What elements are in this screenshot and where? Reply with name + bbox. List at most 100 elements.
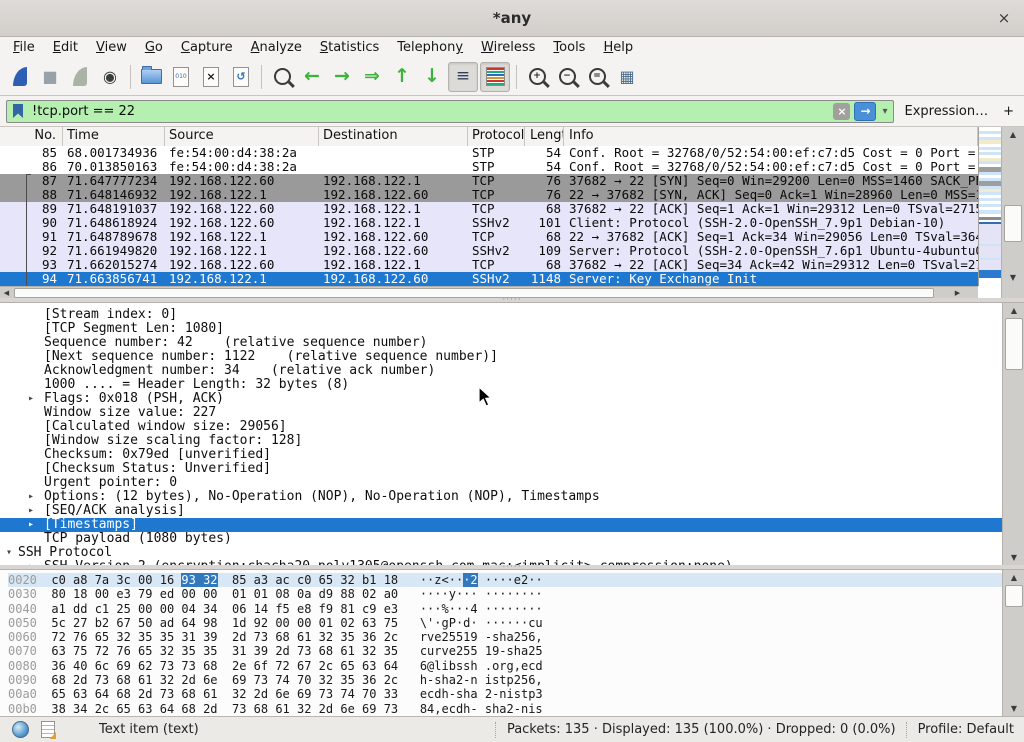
menu-go[interactable]: Go xyxy=(136,38,172,57)
menu-tools[interactable]: Tools xyxy=(544,38,594,57)
menu-edit[interactable]: Edit xyxy=(44,38,87,57)
detail-line[interactable]: [Checksum Status: Unverified] xyxy=(0,462,1002,476)
close-window-icon[interactable]: × xyxy=(994,8,1014,28)
detail-line[interactable]: 1000 .... = Header Length: 32 bytes (8) xyxy=(0,378,1002,392)
capture-comment-icon[interactable] xyxy=(41,721,55,738)
hex-scroll-down-icon[interactable]: ▼ xyxy=(1003,701,1024,715)
packet-row[interactable]: 8771.647777234192.168.122.60192.168.122.… xyxy=(0,174,978,188)
clear-filter-icon[interactable]: × xyxy=(833,103,850,120)
expression-button[interactable]: Expression… xyxy=(901,104,993,119)
details-scroll-up-icon[interactable]: ▲ xyxy=(1003,303,1024,317)
colorize-icon[interactable] xyxy=(480,62,510,92)
hex-vscrollbar[interactable]: ▲ ▼ xyxy=(1002,570,1024,716)
vscroll-thumb[interactable] xyxy=(1004,205,1022,242)
details-vscrollbar[interactable]: ▲ ▼ xyxy=(1002,303,1024,565)
hex-row[interactable]: 00b0 38 34 2c 65 63 64 68 2d 73 68 61 32… xyxy=(8,702,1002,716)
hex-row[interactable]: 0080 36 40 6c 69 62 73 73 68 2e 6f 72 67… xyxy=(8,659,1002,673)
column-header-no[interactable]: No. xyxy=(0,127,63,146)
detail-line[interactable]: [Next sequence number: 1122 (relative se… xyxy=(0,350,1002,364)
display-filter-input[interactable] xyxy=(30,101,829,121)
restart-capture-icon[interactable] xyxy=(66,63,94,91)
detail-line[interactable]: TCP payload (1080 bytes) xyxy=(0,532,1002,546)
reload-file-icon[interactable]: ↺ xyxy=(227,63,255,91)
expand-icon[interactable]: ▸ xyxy=(28,504,40,518)
detail-line[interactable]: Checksum: 0x79ed [unverified] xyxy=(0,448,1002,462)
detail-line[interactable]: ▸[Timestamps] xyxy=(0,518,1002,532)
go-forward-icon[interactable]: → xyxy=(328,63,356,91)
detail-line[interactable]: Window size value: 227 xyxy=(0,406,1002,420)
hscroll-thumb[interactable] xyxy=(14,288,934,298)
expert-info-icon[interactable] xyxy=(12,721,29,738)
open-file-icon[interactable] xyxy=(137,63,165,91)
menu-capture[interactable]: Capture xyxy=(172,38,242,57)
zoom-100-icon[interactable]: = xyxy=(583,63,611,91)
hex-row[interactable]: 0020 c0 a8 7a 3c 00 16 93 32 85 a3 ac c0… xyxy=(8,573,1002,587)
hex-row[interactable]: 0090 68 2d 73 68 61 32 2d 6e 69 73 74 70… xyxy=(8,673,1002,687)
detail-line[interactable]: [Stream index: 0] xyxy=(0,308,1002,322)
detail-line[interactable]: ▸Flags: 0x018 (PSH, ACK) xyxy=(0,392,1002,406)
column-header-protocol[interactable]: Protocol xyxy=(468,127,525,146)
resize-columns-icon[interactable]: ▦ xyxy=(613,63,641,91)
packet-row[interactable]: 8670.013850163fe:54:00:d4:38:2aSTP54Conf… xyxy=(0,160,978,174)
column-header-source[interactable]: Source xyxy=(165,127,319,146)
detail-line[interactable]: Acknowledgment number: 34 (relative ack … xyxy=(0,364,1002,378)
hex-row[interactable]: 0050 5c 27 b2 67 50 ad 64 98 1d 92 00 00… xyxy=(8,616,1002,630)
packet-minimap[interactable] xyxy=(978,127,1001,286)
hex-row[interactable]: 0040 a1 dd c1 25 00 00 04 34 06 14 f5 e8… xyxy=(8,602,1002,616)
hex-row[interactable]: 00a0 65 63 64 68 2d 73 68 61 32 2d 6e 69… xyxy=(8,687,1002,701)
zoom-in-icon[interactable]: + xyxy=(523,63,551,91)
scroll-up-icon[interactable]: ▲ xyxy=(1002,127,1024,141)
menu-analyze[interactable]: Analyze xyxy=(242,38,311,57)
menu-telephony[interactable]: Telephony xyxy=(388,38,472,57)
zoom-out-icon[interactable]: − xyxy=(553,63,581,91)
details-scroll-down-icon[interactable]: ▼ xyxy=(1003,550,1024,564)
column-header-destination[interactable]: Destination xyxy=(319,127,468,146)
detail-line[interactable]: [Window size scaling factor: 128] xyxy=(0,434,1002,448)
hex-scroll-thumb[interactable] xyxy=(1005,585,1023,607)
go-to-packet-icon[interactable]: ⇒ xyxy=(358,63,386,91)
menu-help[interactable]: Help xyxy=(594,38,642,57)
column-header-time[interactable]: Time xyxy=(63,127,165,146)
detail-line[interactable]: [TCP Segment Len: 1080] xyxy=(0,322,1002,336)
go-back-icon[interactable]: ← xyxy=(298,63,326,91)
packet-row[interactable]: 8871.648146932192.168.122.1192.168.122.6… xyxy=(0,188,978,202)
hex-scroll-up-icon[interactable]: ▲ xyxy=(1003,570,1024,584)
packet-row[interactable]: 9471.663856741192.168.122.1192.168.122.6… xyxy=(0,272,978,286)
detail-line[interactable]: Sequence number: 42 (relative sequence n… xyxy=(0,336,1002,350)
expand-icon[interactable]: ▸ xyxy=(28,490,40,504)
detail-line[interactable]: Urgent pointer: 0 xyxy=(0,476,1002,490)
details-scroll-thumb[interactable] xyxy=(1005,318,1023,370)
collapse-icon[interactable]: ▾ xyxy=(6,546,18,560)
hex-row[interactable]: 0030 80 18 00 e3 79 ed 00 00 01 01 08 0a… xyxy=(8,587,1002,601)
expand-icon[interactable]: ▸ xyxy=(28,518,40,532)
detail-line[interactable]: ▸Options: (12 bytes), No-Operation (NOP)… xyxy=(0,490,1002,504)
close-file-icon[interactable]: × xyxy=(197,63,225,91)
detail-line[interactable]: [Calculated window size: 29056] xyxy=(0,420,1002,434)
column-header-length[interactable]: Length xyxy=(525,127,564,146)
packet-row[interactable]: 8568.001734936fe:54:00:d4:38:2aSTP54Conf… xyxy=(0,146,978,160)
packet-list-vscrollbar[interactable]: ▲ ▼ xyxy=(1001,127,1024,298)
packet-row[interactable]: 8971.648191037192.168.122.60192.168.122.… xyxy=(0,202,978,216)
add-filter-button[interactable]: + xyxy=(999,104,1018,119)
find-packet-icon[interactable] xyxy=(268,63,296,91)
detail-line[interactable]: ▾SSH Protocol xyxy=(0,546,1002,560)
packet-row[interactable]: 9171.648789678192.168.122.1192.168.122.6… xyxy=(0,230,978,244)
hex-row[interactable]: 0060 72 76 65 32 35 35 31 39 2d 73 68 61… xyxy=(8,630,1002,644)
expand-icon[interactable]: ▸ xyxy=(28,392,40,406)
stop-capture-icon[interactable]: ■ xyxy=(36,63,64,91)
apply-filter-icon[interactable]: → xyxy=(854,102,876,121)
filter-bookmark-icon[interactable] xyxy=(13,104,23,118)
profile-status[interactable]: Profile: Default xyxy=(918,722,1024,737)
go-to-bottom-icon[interactable]: ↓ xyxy=(418,63,446,91)
column-header-info[interactable]: Info xyxy=(564,127,978,146)
packet-row[interactable]: 9371.662015274192.168.122.60192.168.122.… xyxy=(0,258,978,272)
detail-line[interactable]: ▸[SEQ/ACK analysis] xyxy=(0,504,1002,518)
save-file-icon[interactable]: 010 xyxy=(167,63,195,91)
menu-wireless[interactable]: Wireless xyxy=(472,38,544,57)
scroll-down-icon[interactable]: ▼ xyxy=(1002,270,1024,284)
menu-statistics[interactable]: Statistics xyxy=(311,38,388,57)
menu-view[interactable]: View xyxy=(87,38,136,57)
capture-options-icon[interactable]: ◉ xyxy=(96,63,124,91)
packet-row[interactable]: 9271.661949820192.168.122.1192.168.122.6… xyxy=(0,244,978,258)
packet-row[interactable]: 9071.648618924192.168.122.60192.168.122.… xyxy=(0,216,978,230)
